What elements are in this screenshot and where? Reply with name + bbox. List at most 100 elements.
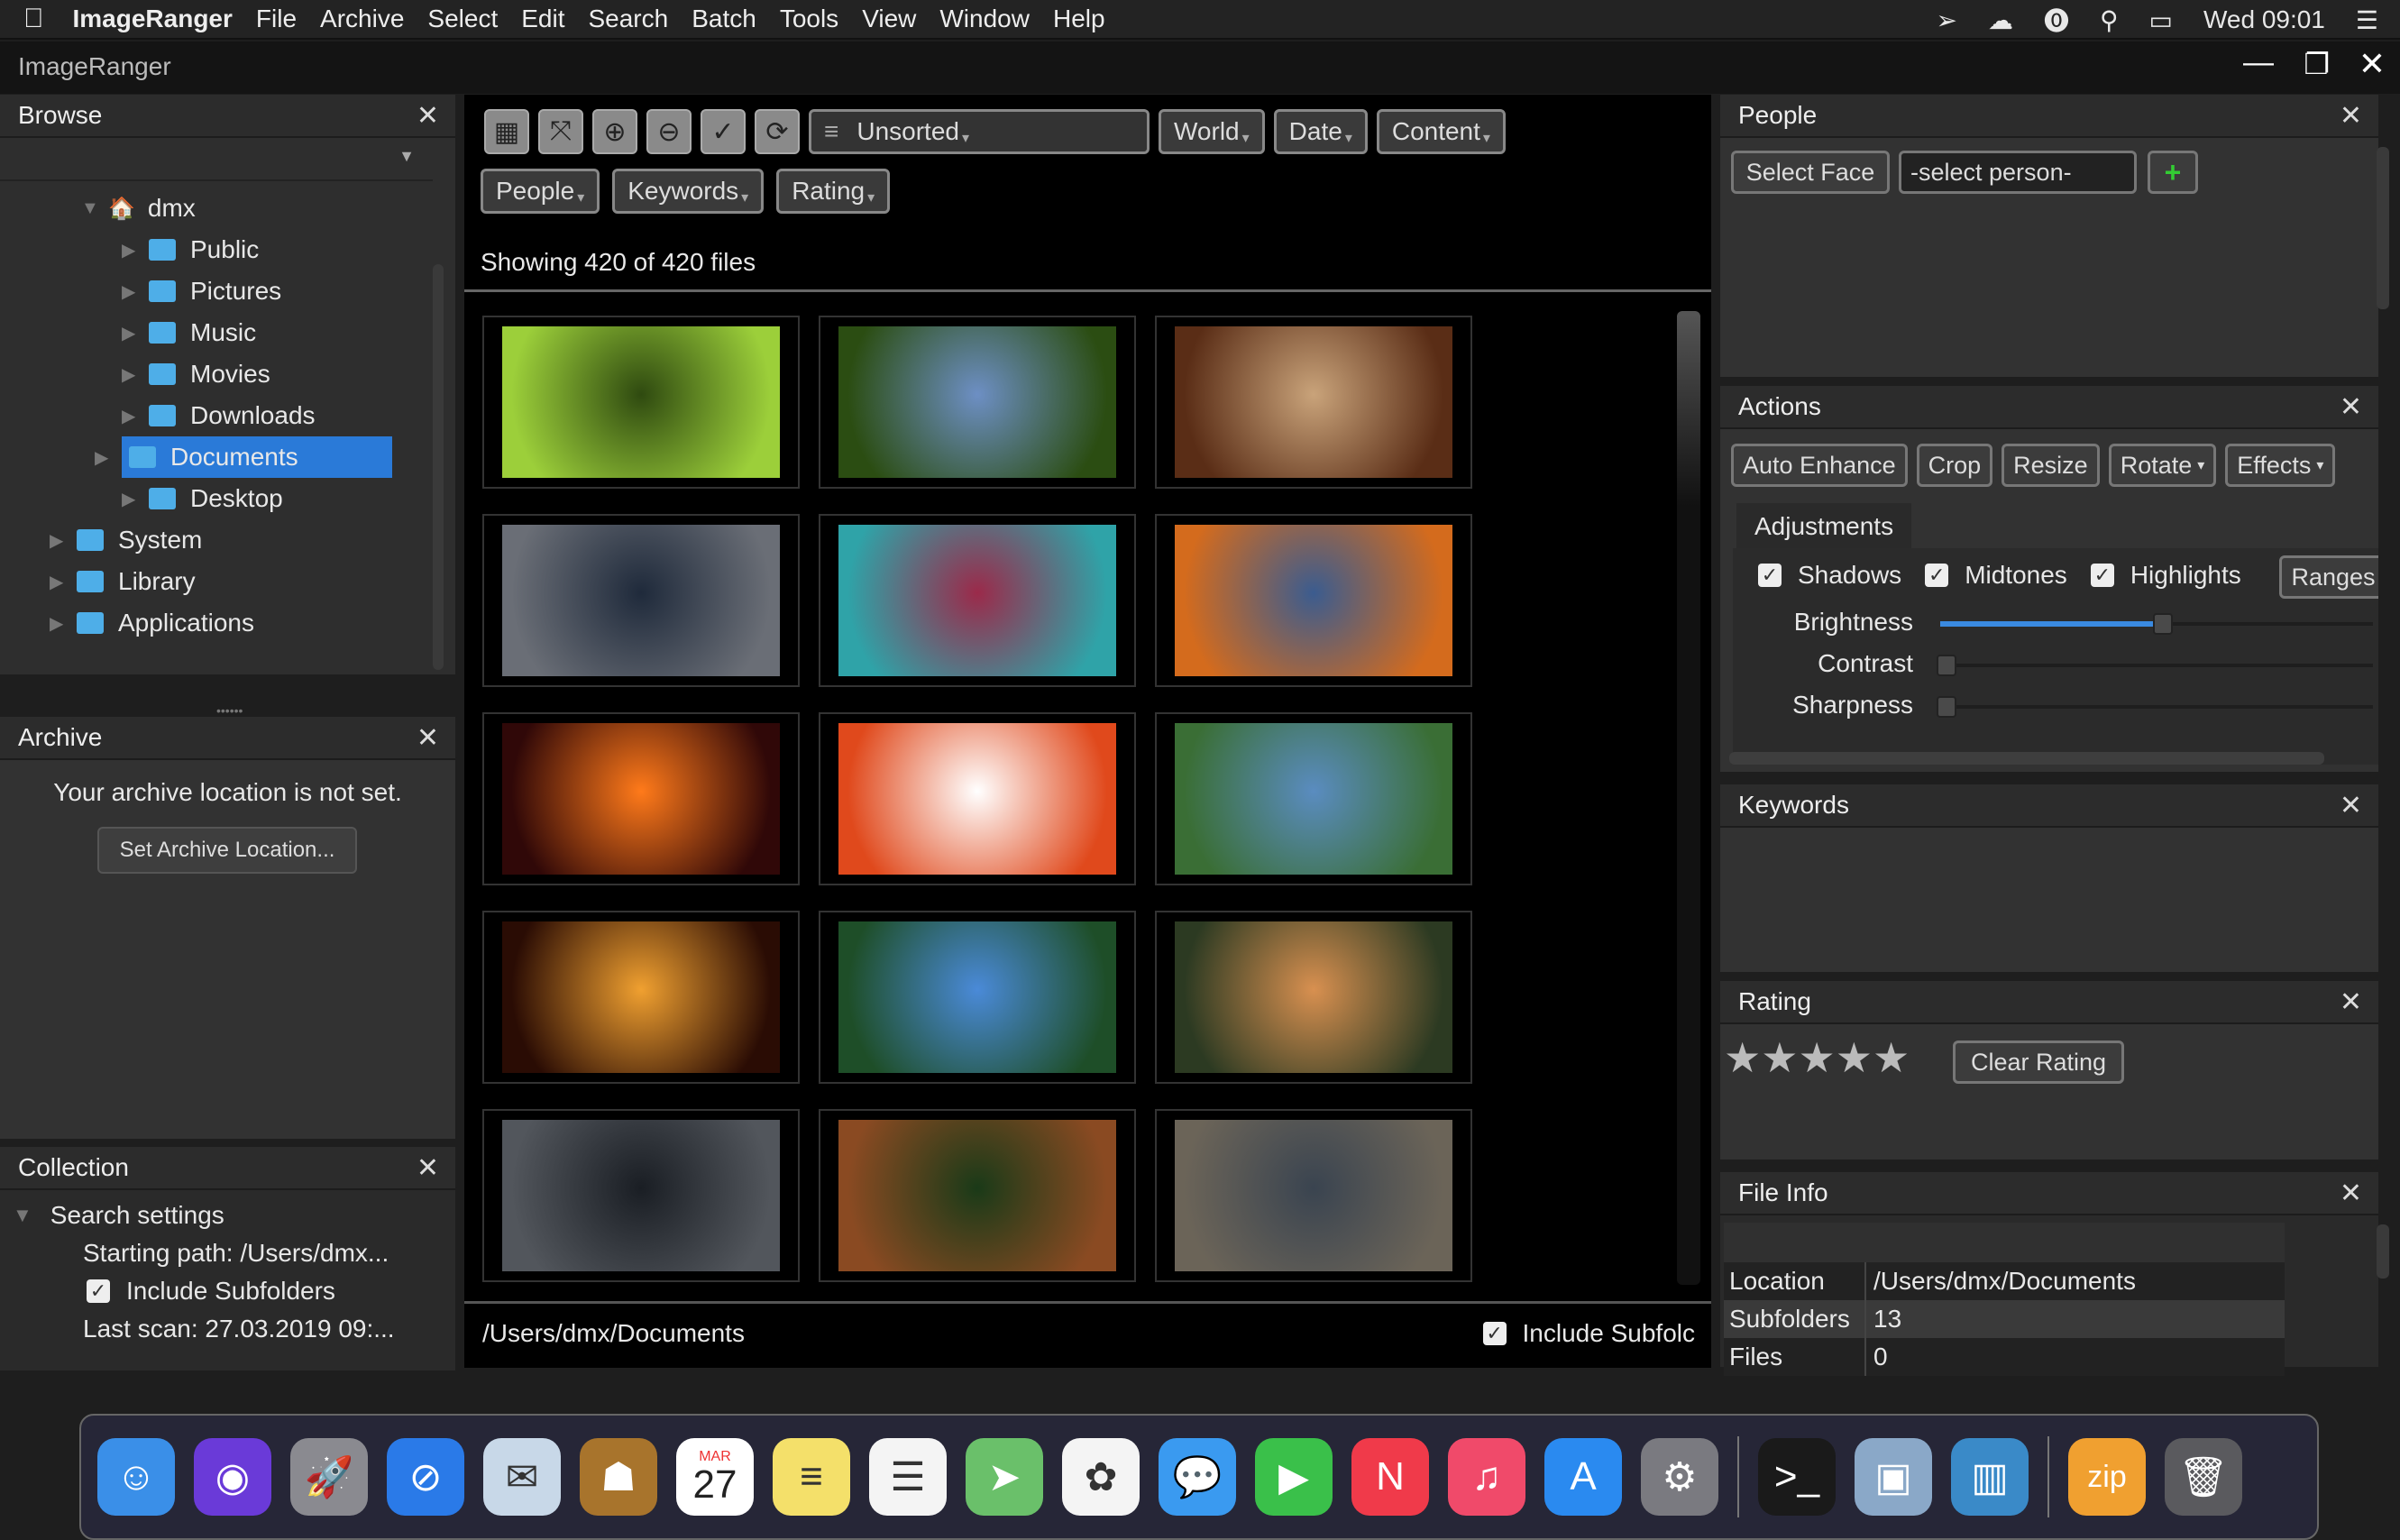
browse-scrollbar[interactable] [433, 264, 444, 670]
thumbnail[interactable] [819, 712, 1136, 885]
creative-cloud-icon[interactable]: ☁ [1988, 5, 2013, 35]
reminders-icon[interactable]: ☰ [869, 1438, 947, 1516]
tree-item-system[interactable]: ▶ System [50, 519, 202, 561]
thumbnail[interactable] [1155, 712, 1472, 885]
menu-select[interactable]: Select [427, 5, 498, 33]
expand-triangle-icon[interactable]: ▼ [13, 1204, 32, 1227]
slider-track[interactable] [1940, 664, 2373, 667]
effects-dropdown[interactable]: Effects ▾ [2225, 444, 2336, 487]
splitter-handle[interactable]: •••••• [216, 703, 243, 718]
thumbnail[interactable] [482, 911, 800, 1084]
tree-item-public[interactable]: ▶ Public [122, 229, 259, 270]
thumbnail[interactable] [1155, 316, 1472, 489]
tree-item-applications[interactable]: ▶ Applications [50, 602, 254, 644]
display-icon[interactable]: ▭ [2149, 5, 2173, 35]
close-icon[interactable]: ✕ [417, 722, 439, 754]
grid-view-icon[interactable]: ▦ [484, 109, 529, 154]
zoom-in-icon[interactable]: ⊕ [592, 109, 637, 154]
notes-icon[interactable]: ≡ [773, 1438, 850, 1516]
auto-enhance-button[interactable]: Auto Enhance [1731, 444, 1908, 487]
rating-star-icon[interactable]: ★ [1836, 1033, 1873, 1082]
thumbnail[interactable] [819, 911, 1136, 1084]
notification-center-icon[interactable]: ☰ [2356, 5, 2378, 35]
slider-brightness-thumb[interactable] [2153, 613, 2173, 635]
imageranger-icon[interactable]: ▥ [1951, 1438, 2029, 1516]
restore-icon[interactable]: ❐ [2304, 47, 2330, 81]
check-shadows[interactable]: ✓ Shadows [1758, 561, 1901, 590]
contacts-icon[interactable]: ☗ [580, 1438, 657, 1516]
onepassword-icon[interactable]: ⓿ [2044, 2, 2069, 38]
menu-edit[interactable]: Edit [521, 5, 564, 33]
trash-icon[interactable]: 🗑 [2165, 1438, 2242, 1516]
news-icon[interactable]: N [1351, 1438, 1429, 1516]
menu-search[interactable]: Search [588, 5, 668, 33]
tab-adjustments[interactable]: Adjustments [1736, 503, 1912, 550]
thumbnail[interactable] [1155, 911, 1472, 1084]
filter-world[interactable]: World [1159, 109, 1265, 154]
appstore-icon[interactable]: A [1544, 1438, 1622, 1516]
photos-icon[interactable]: ✿ [1062, 1438, 1140, 1516]
menu-view[interactable]: View [862, 5, 916, 33]
tree-item-desktop[interactable]: ▶ Desktop [122, 478, 283, 519]
check-midtones[interactable]: ✓ Midtones [1925, 561, 2067, 590]
tree-item-dmx[interactable]: ▼ 🏠 dmx [81, 188, 196, 229]
thumbnail[interactable] [1155, 514, 1472, 687]
search-settings-node[interactable]: Search settings [50, 1201, 224, 1230]
location-dropdown[interactable]: ▼ [0, 138, 433, 181]
location-icon[interactable]: ➢ [1937, 5, 1957, 35]
tree-item-downloads[interactable]: ▶ Downloads [122, 395, 316, 436]
set-archive-location-button[interactable]: Set Archive Location... [97, 827, 357, 874]
menu-window[interactable]: Window [939, 5, 1030, 33]
close-icon[interactable]: ✕ [2340, 790, 2362, 821]
collapsed-triangle-icon[interactable]: ▶ [122, 322, 149, 344]
thumbnail[interactable] [482, 316, 800, 489]
rating-star-icon[interactable]: ★ [1873, 1033, 1910, 1082]
tree-item-library[interactable]: ▶ Library [50, 561, 196, 602]
slider-contrast-thumb[interactable] [1937, 655, 1956, 676]
minimize-icon[interactable]: — [2243, 45, 2274, 80]
zoom-out-icon[interactable]: ⊖ [646, 109, 692, 154]
crop-button[interactable]: Crop [1916, 444, 1993, 487]
person-dropdown[interactable]: -select person- [1899, 151, 2137, 194]
filter-people[interactable]: People [481, 169, 600, 214]
menu-batch[interactable]: Batch [692, 5, 756, 33]
collapsed-triangle-icon[interactable]: ▶ [50, 612, 77, 635]
messages-icon[interactable]: 💬 [1159, 1438, 1236, 1516]
close-icon[interactable]: ✕ [417, 100, 439, 132]
collapsed-triangle-icon[interactable]: ▶ [122, 363, 149, 386]
mail-icon[interactable]: ✉ [483, 1438, 561, 1516]
thumbnail[interactable] [819, 1109, 1136, 1282]
music-icon[interactable]: ♫ [1448, 1438, 1525, 1516]
check-icon[interactable]: ✓ [701, 109, 746, 154]
add-person-button[interactable]: + [2148, 151, 2198, 194]
menu-tools[interactable]: Tools [780, 5, 838, 33]
sort-dropdown[interactable]: ≡ Unsorted [809, 109, 1150, 154]
facetime-icon[interactable]: ▶ [1255, 1438, 1333, 1516]
filter-rating[interactable]: Rating [776, 169, 891, 214]
thumbnail[interactable] [819, 316, 1136, 489]
resize-button[interactable]: Resize [2002, 444, 2100, 487]
thumbnail[interactable] [482, 1109, 800, 1282]
menu-app-name[interactable]: ImageRanger [73, 5, 233, 33]
thumbnail[interactable] [482, 712, 800, 885]
safari-icon[interactable]: ⊘ [387, 1438, 464, 1516]
filter-date[interactable]: Date [1273, 109, 1368, 154]
archive-utility-icon[interactable]: zip [2068, 1438, 2146, 1516]
expanded-triangle-icon[interactable]: ▼ [81, 198, 108, 219]
checkbox[interactable]: ✓ [1925, 564, 1949, 587]
menu-archive[interactable]: Archive [320, 5, 404, 33]
slider-sharpness-thumb[interactable] [1937, 696, 1956, 718]
collapsed-triangle-icon[interactable]: ▶ [122, 239, 149, 261]
preview-icon[interactable]: ▣ [1855, 1438, 1932, 1516]
ranges-button[interactable]: Ranges [2279, 555, 2378, 599]
collapsed-triangle-icon[interactable]: ▶ [122, 405, 149, 427]
fit-icon[interactable]: ⤧ [538, 109, 583, 154]
close-icon[interactable]: ✕ [2340, 391, 2362, 423]
tree-item-movies[interactable]: ▶ Movies [122, 353, 270, 395]
people-scrollbar[interactable] [2377, 147, 2389, 309]
rotate-dropdown[interactable]: Rotate ▾ [2108, 444, 2217, 487]
tree-item-documents[interactable]: ▶ Documents [95, 436, 392, 478]
filter-keywords[interactable]: Keywords [612, 169, 765, 214]
collapsed-triangle-icon[interactable]: ▶ [50, 529, 77, 552]
close-icon[interactable]: ✕ [2340, 1178, 2362, 1209]
